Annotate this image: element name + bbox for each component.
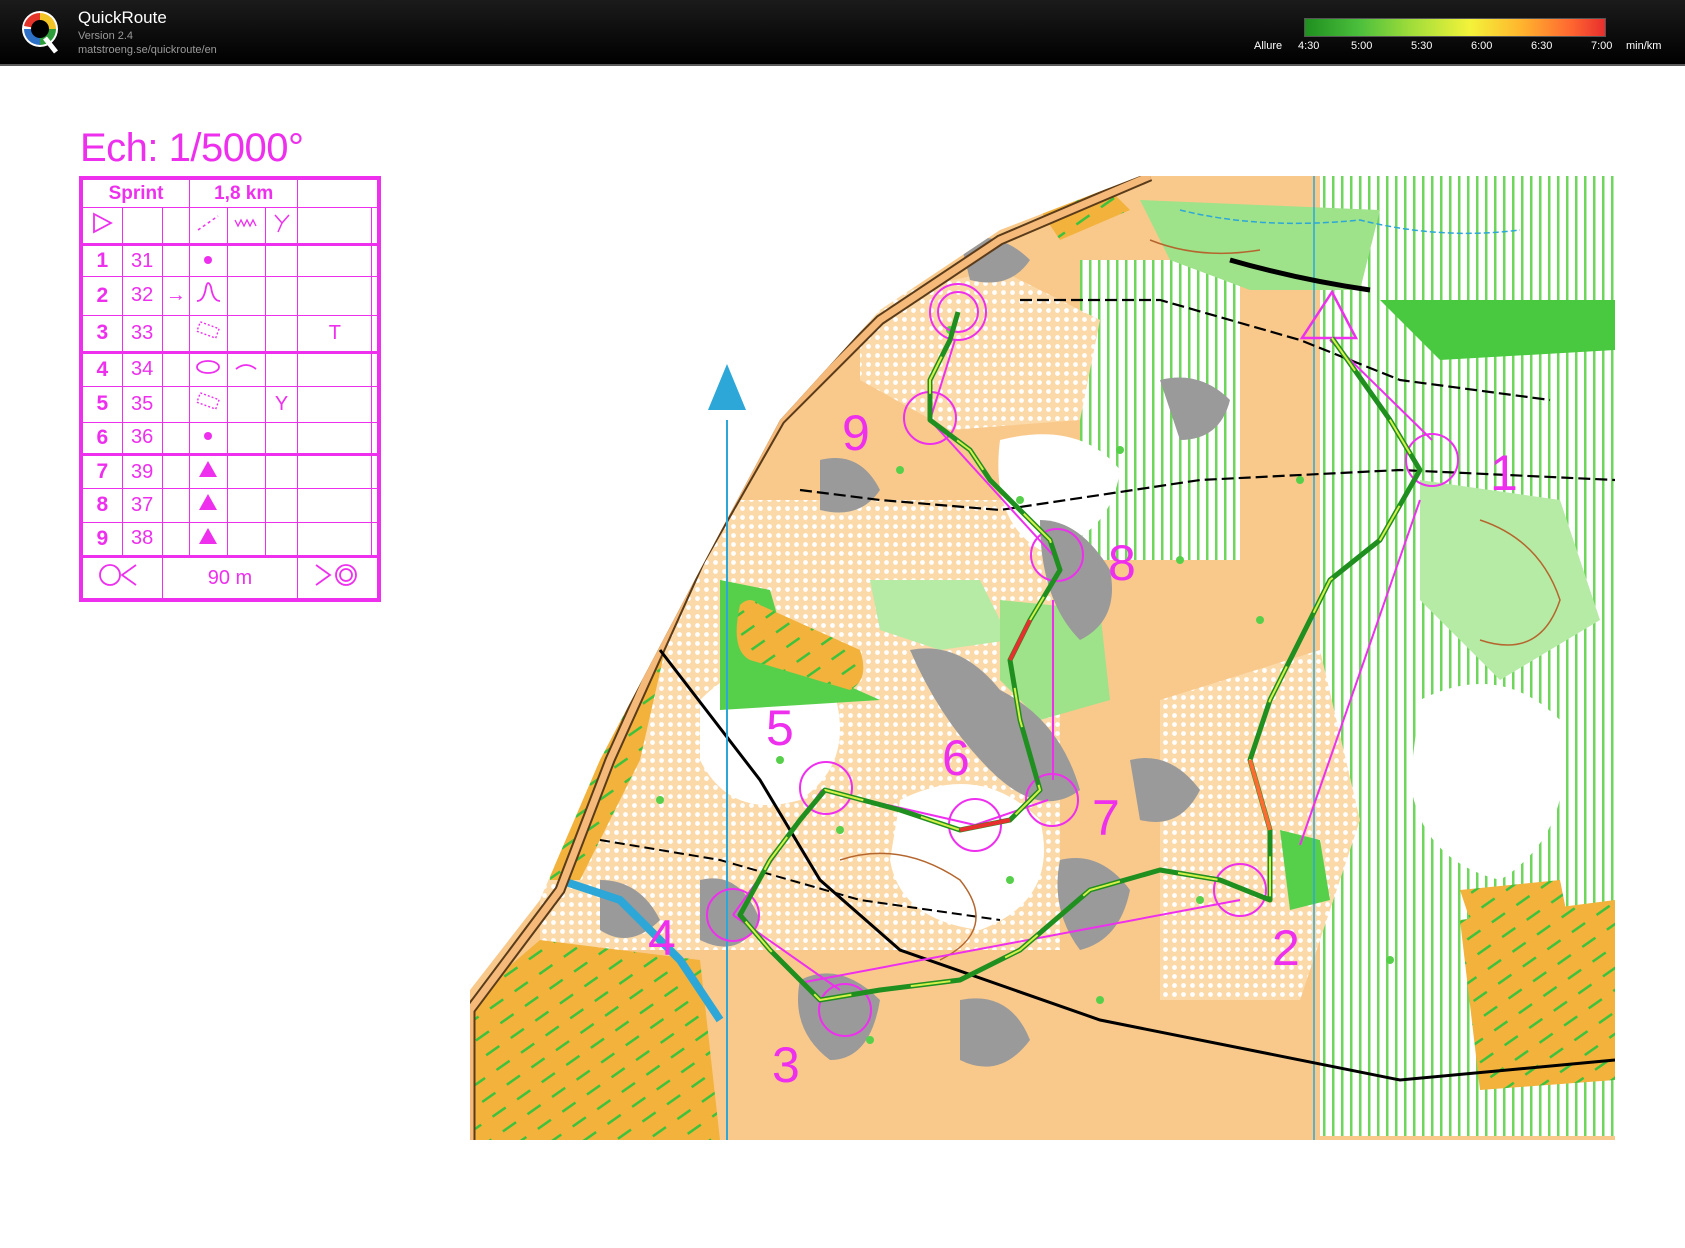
map-scale-title: Ech: 1/5000°: [80, 126, 304, 170]
feature-extra: Y: [264, 386, 299, 423]
control-number: 3: [772, 1037, 800, 1093]
description-row: 3 33 T: [82, 314, 378, 353]
ellipse-icon: [189, 350, 228, 387]
description-row: 6 36: [82, 421, 378, 455]
pace-tick: 6:00: [1471, 40, 1493, 52]
finish-from-control-icon: [82, 555, 163, 599]
finish-row: 90 m: [82, 555, 378, 599]
rocky-ground-icon: [189, 386, 228, 423]
app-url[interactable]: matstroeng.se/quickroute/en: [78, 44, 217, 56]
path-crossing-icon: [189, 207, 228, 246]
description-row: 4 34: [82, 350, 378, 387]
start-triangle-icon: [82, 207, 123, 246]
control-number: 7: [1092, 790, 1120, 846]
pace-tick: 5:00: [1351, 40, 1373, 52]
dot-icon: [189, 421, 228, 455]
finish-circle-icon: [297, 555, 378, 599]
course-class: Sprint: [81, 178, 191, 209]
course-length: 1,8 km: [189, 178, 299, 209]
description-row: 9 38: [82, 521, 378, 558]
pace-legend-label: Allure: [1254, 40, 1283, 52]
app-header: QuickRoute Version 2.4 matstroeng.se/qui…: [0, 0, 1685, 66]
rocky-ground-icon: [189, 314, 228, 353]
pace-tick: 5:30: [1411, 40, 1433, 52]
control-number: 9: [842, 405, 870, 461]
pace-legend: Allure 4:30 5:00 5:30 6:00 6:30 7:00 min…: [1240, 0, 1685, 64]
feature-extra: T: [297, 314, 373, 353]
finish-distance: 90 m: [161, 555, 299, 599]
curve-icon: [226, 350, 266, 387]
pace-tick: 7:00: [1591, 40, 1613, 52]
description-row: 5 35 Y: [82, 386, 378, 423]
pace-tick: 4:30: [1298, 40, 1320, 52]
triangle-icon: [189, 488, 228, 523]
triangle-icon: [189, 521, 228, 558]
control-number: 5: [766, 700, 794, 756]
stream-icon: [226, 207, 266, 246]
triangle-icon: [189, 452, 228, 490]
dot-icon: [189, 243, 228, 278]
description-row: 2 32 →: [82, 276, 378, 316]
control-description-sheet: Sprint 1,8 km 1 31 2 32 → 3 33 T 4 34 5 …: [79, 176, 381, 602]
map-canvas[interactable]: 1 2 3 4 5 6 7 8 9: [455, 170, 1615, 1140]
control-number: 6: [942, 730, 970, 786]
app-name: QuickRoute: [78, 8, 167, 27]
junction-y-icon: [264, 207, 299, 246]
reentrant-icon: [189, 276, 228, 316]
pace-tick: 6:30: [1531, 40, 1553, 52]
control-number: 2: [1272, 920, 1300, 976]
description-row: 7 39: [82, 452, 378, 490]
control-number: 1: [1490, 445, 1518, 501]
pace-unit: min/km: [1626, 40, 1662, 52]
pace-color-scale: [1304, 18, 1606, 37]
control-number: 4: [648, 910, 676, 966]
control-number: 8: [1108, 535, 1136, 591]
app-version: Version 2.4: [78, 30, 134, 42]
orienteering-map[interactable]: 1 2 3 4 5 6 7 8 9: [455, 170, 1615, 1140]
quickroute-logo-icon: [22, 11, 58, 54]
description-row: 1 31: [82, 243, 378, 278]
description-row: 8 37: [82, 488, 378, 523]
